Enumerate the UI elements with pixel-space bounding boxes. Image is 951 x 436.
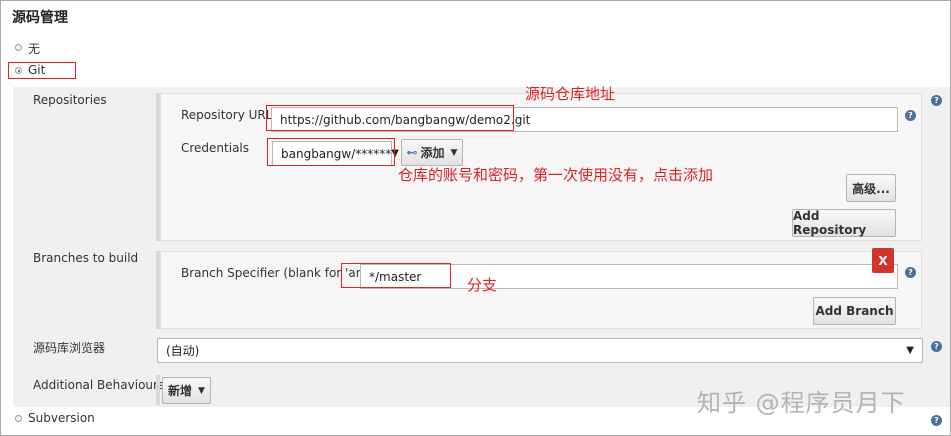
repository-browser-label: 源码库浏览器 xyxy=(33,341,106,355)
branch-specifier-help-icon[interactable]: ? xyxy=(905,267,916,278)
chevron-down-icon: ▼ xyxy=(450,147,458,158)
scm-config-panel: 源码管理 无 Git Repositories Repository URL h… xyxy=(0,0,951,436)
radio-git[interactable] xyxy=(15,67,22,74)
behaviours-strip xyxy=(156,375,160,405)
repository-browser-value: (自动) xyxy=(166,344,200,358)
add-behaviour-button[interactable]: 新增 ▼ xyxy=(162,377,211,404)
repository-browser-help-icon[interactable]: ? xyxy=(931,341,942,352)
section-title: 源码管理 xyxy=(12,10,68,26)
branches-label: Branches to build xyxy=(33,251,139,265)
repositories-help-icon[interactable]: ? xyxy=(931,95,942,106)
repositories-label: Repositories xyxy=(33,93,107,107)
annotation-branch: 分支 xyxy=(467,276,498,294)
credentials-highlight-box xyxy=(267,138,395,166)
advanced-button[interactable]: 高级... xyxy=(846,174,896,202)
browser-dropdown-icon: ▼ xyxy=(906,345,914,356)
radio-subversion-label[interactable]: Subversion xyxy=(28,411,95,425)
add-credentials-button[interactable]: ⊷ 添加 ▼ xyxy=(401,139,463,166)
radio-none-label[interactable]: 无 xyxy=(28,40,40,57)
add-repository-button[interactable]: Add Repository xyxy=(792,209,896,237)
add-branch-button[interactable]: Add Branch xyxy=(813,297,896,325)
repository-url-help-icon[interactable]: ? xyxy=(905,110,916,121)
branch-highlight-box xyxy=(341,263,451,288)
radio-subversion[interactable] xyxy=(15,415,22,422)
radio-git-label[interactable]: Git xyxy=(28,63,45,77)
annotation-credentials: 仓库的账号和密码，第一次使用没有，点击添加 xyxy=(398,166,714,184)
subversion-help-icon[interactable]: ? xyxy=(931,415,942,426)
repository-url-label: Repository URL xyxy=(181,108,273,122)
branch-block xyxy=(160,251,922,329)
delete-branch-button[interactable]: X xyxy=(872,248,894,273)
watermark-text: 知乎 @程序员月下 xyxy=(697,389,906,417)
chevron-down-icon: ▼ xyxy=(198,385,205,396)
repository-url-highlight-box xyxy=(266,105,514,131)
additional-behaviours-label: Additional Behaviours xyxy=(33,378,165,392)
add-credentials-label: 添加 xyxy=(420,146,445,160)
credentials-label: Credentials xyxy=(181,141,250,155)
radio-none[interactable] xyxy=(15,44,22,51)
key-icon: ⊷ xyxy=(406,146,418,159)
add-behaviour-label: 新增 xyxy=(168,384,193,398)
repository-browser-select[interactable]: (自动) ▼ xyxy=(157,338,923,363)
annotation-repo-url: 源码仓库地址 xyxy=(525,85,616,103)
